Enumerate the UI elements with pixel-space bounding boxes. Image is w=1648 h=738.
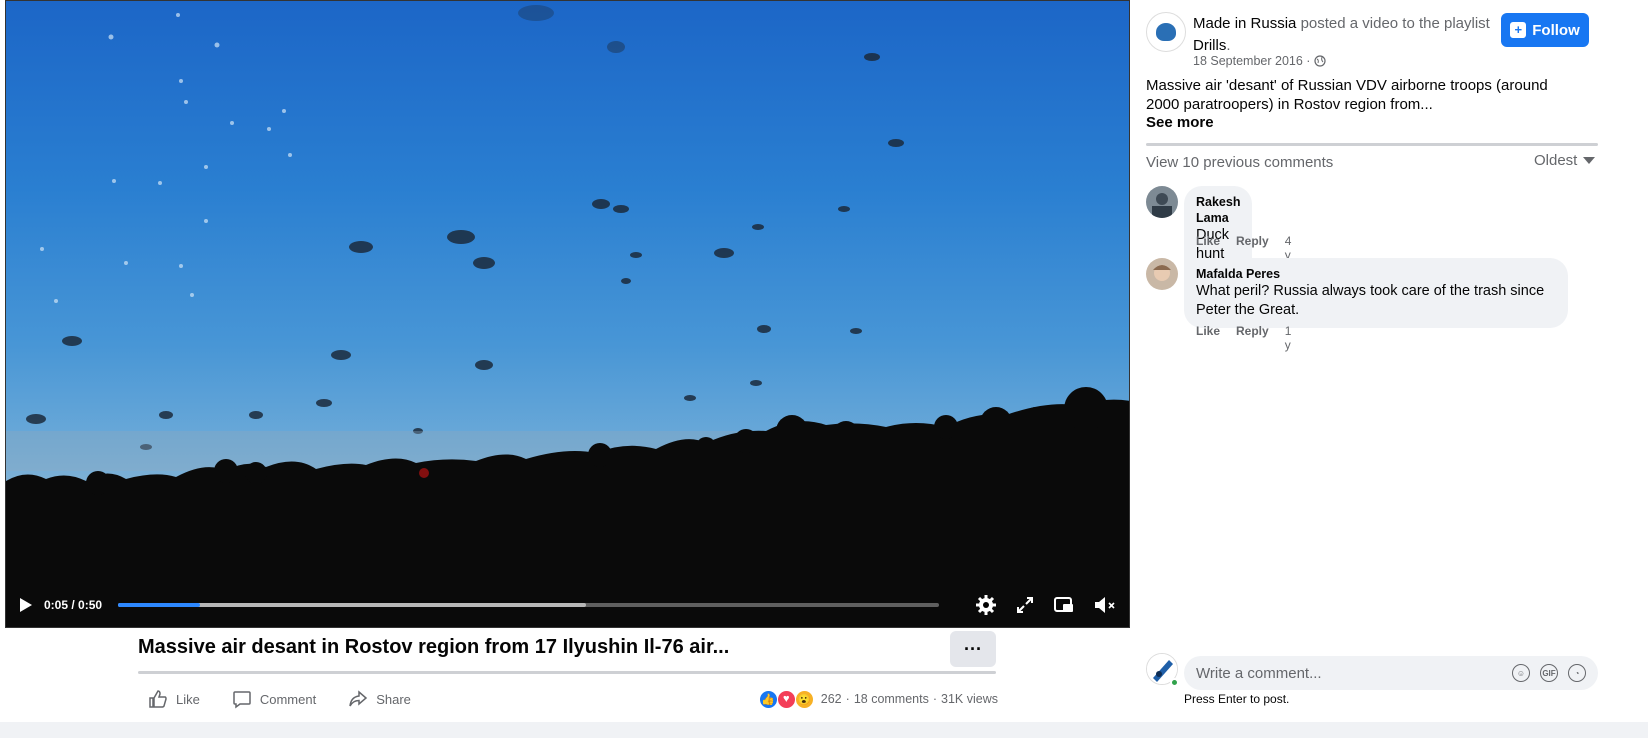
post-header: Made in Russia posted a video to the pla… [1193, 15, 1490, 54]
video-title: Massive air desant in Rostov region from… [138, 636, 730, 658]
press-enter-hint: Press Enter to post. [1184, 692, 1290, 706]
like-label: Like [176, 691, 200, 707]
see-more-link[interactable]: See more [1146, 114, 1214, 131]
post-date: 18 September 2016 · [1193, 54, 1327, 68]
comments-count[interactable]: 18 comments [854, 692, 929, 706]
play-button[interactable] [18, 596, 34, 614]
share-icon [349, 690, 368, 707]
comment-actions: Like Reply 1 y [1196, 324, 1291, 352]
progress-bar[interactable] [118, 603, 939, 607]
bear-logo-icon [1156, 22, 1176, 41]
commenter-name[interactable]: Rakesh Lama [1196, 194, 1240, 226]
panel-divider [1146, 143, 1598, 146]
share-label: Share [376, 691, 411, 707]
commenter-avatar[interactable] [1146, 258, 1178, 290]
comment-bubble: Mafalda Peres What peril? Russia always … [1184, 258, 1568, 328]
like-reaction-icon[interactable]: 👍 [758, 689, 778, 709]
mute-button[interactable] [1093, 595, 1117, 615]
page-name-link[interactable]: Made in Russia [1193, 15, 1296, 32]
more-options-button[interactable]: ··· [950, 631, 996, 667]
thumbs-up-icon [149, 690, 167, 708]
comment-label: Comment [259, 691, 317, 707]
share-button[interactable]: Share [338, 689, 411, 709]
post-description: Massive air 'desant' of Russian VDV airb… [1146, 77, 1548, 113]
page-background-strip [0, 722, 1648, 738]
play-icon [20, 598, 32, 612]
reaction-count[interactable]: 262 [821, 692, 842, 706]
gif-icon[interactable]: GIF [1540, 664, 1558, 682]
time-display: 0:05 / 0:50 [44, 598, 103, 612]
follow-plus-icon: + [1510, 22, 1527, 38]
video-title-row: Massive air desant in Rostov region from… [138, 630, 996, 674]
stats-separator: · [932, 692, 938, 706]
volume-muted-icon [1095, 597, 1115, 613]
playlist-link[interactable]: Drills [1193, 37, 1226, 54]
action-bar: Like Comment Share 👍 ♥ 😮 262 · 18 commen… [138, 686, 998, 712]
comment-like-button[interactable]: Like [1196, 324, 1220, 352]
stats-separator: · [845, 692, 850, 706]
caret-down-icon [1583, 157, 1596, 164]
commenter-avatar[interactable] [1146, 186, 1178, 218]
commenter-name[interactable]: Mafalda Peres [1196, 266, 1556, 282]
title-divider [138, 671, 996, 674]
love-reaction-icon[interactable]: ♥ [776, 689, 796, 709]
post-panel: Made in Russia posted a video to the pla… [1146, 0, 1606, 720]
gear-icon [976, 595, 996, 615]
online-status-dot [1170, 678, 1179, 687]
comment-reply-button[interactable]: Reply [1236, 324, 1269, 352]
miniplayer-button[interactable] [1053, 595, 1075, 615]
comment-sort-dropdown[interactable]: Oldest [1534, 152, 1596, 169]
played-bar [118, 603, 201, 607]
wow-reaction-icon[interactable]: 😮 [794, 689, 814, 709]
comment-age[interactable]: 1 y [1285, 324, 1292, 352]
video-controls: 0:05 / 0:50 [6, 583, 1129, 627]
comment-composer: ☺ GIF ◔ [1184, 656, 1598, 690]
avatar-photo-icon [1146, 258, 1178, 290]
globe-icon [1314, 55, 1327, 67]
post-timestamp[interactable]: 18 September 2016 · [1193, 54, 1310, 68]
expand-icon [1017, 597, 1033, 613]
fullscreen-button[interactable] [1015, 595, 1035, 615]
settings-button[interactable] [975, 594, 997, 616]
pip-icon [1054, 597, 1073, 612]
sticker-icon[interactable]: ◔ [1568, 664, 1586, 682]
engagement-stats: 👍 ♥ 😮 262 · 18 comments · 31K views [758, 689, 998, 709]
follow-label: Follow [1532, 21, 1580, 39]
page-avatar[interactable] [1146, 12, 1186, 52]
sort-label: Oldest [1534, 152, 1578, 169]
comment-input[interactable] [1196, 664, 1512, 682]
view-previous-comments-link[interactable]: View 10 previous comments [1146, 154, 1333, 171]
comment-button[interactable]: Comment [222, 689, 316, 709]
comment-text: What peril? Russia always took care of t… [1196, 283, 1545, 318]
comment-icon [233, 691, 251, 709]
video-frame [6, 5, 1129, 627]
video-player[interactable]: 0:05 / 0:50 [5, 0, 1130, 628]
posted-text: posted a video to the playlist [1300, 15, 1490, 32]
like-button[interactable]: Like [138, 689, 200, 709]
avatar-photo-icon [1146, 186, 1178, 218]
emoji-icon[interactable]: ☺ [1512, 664, 1530, 682]
follow-button[interactable]: + Follow [1501, 13, 1589, 47]
views-count: 31K views [941, 692, 998, 706]
